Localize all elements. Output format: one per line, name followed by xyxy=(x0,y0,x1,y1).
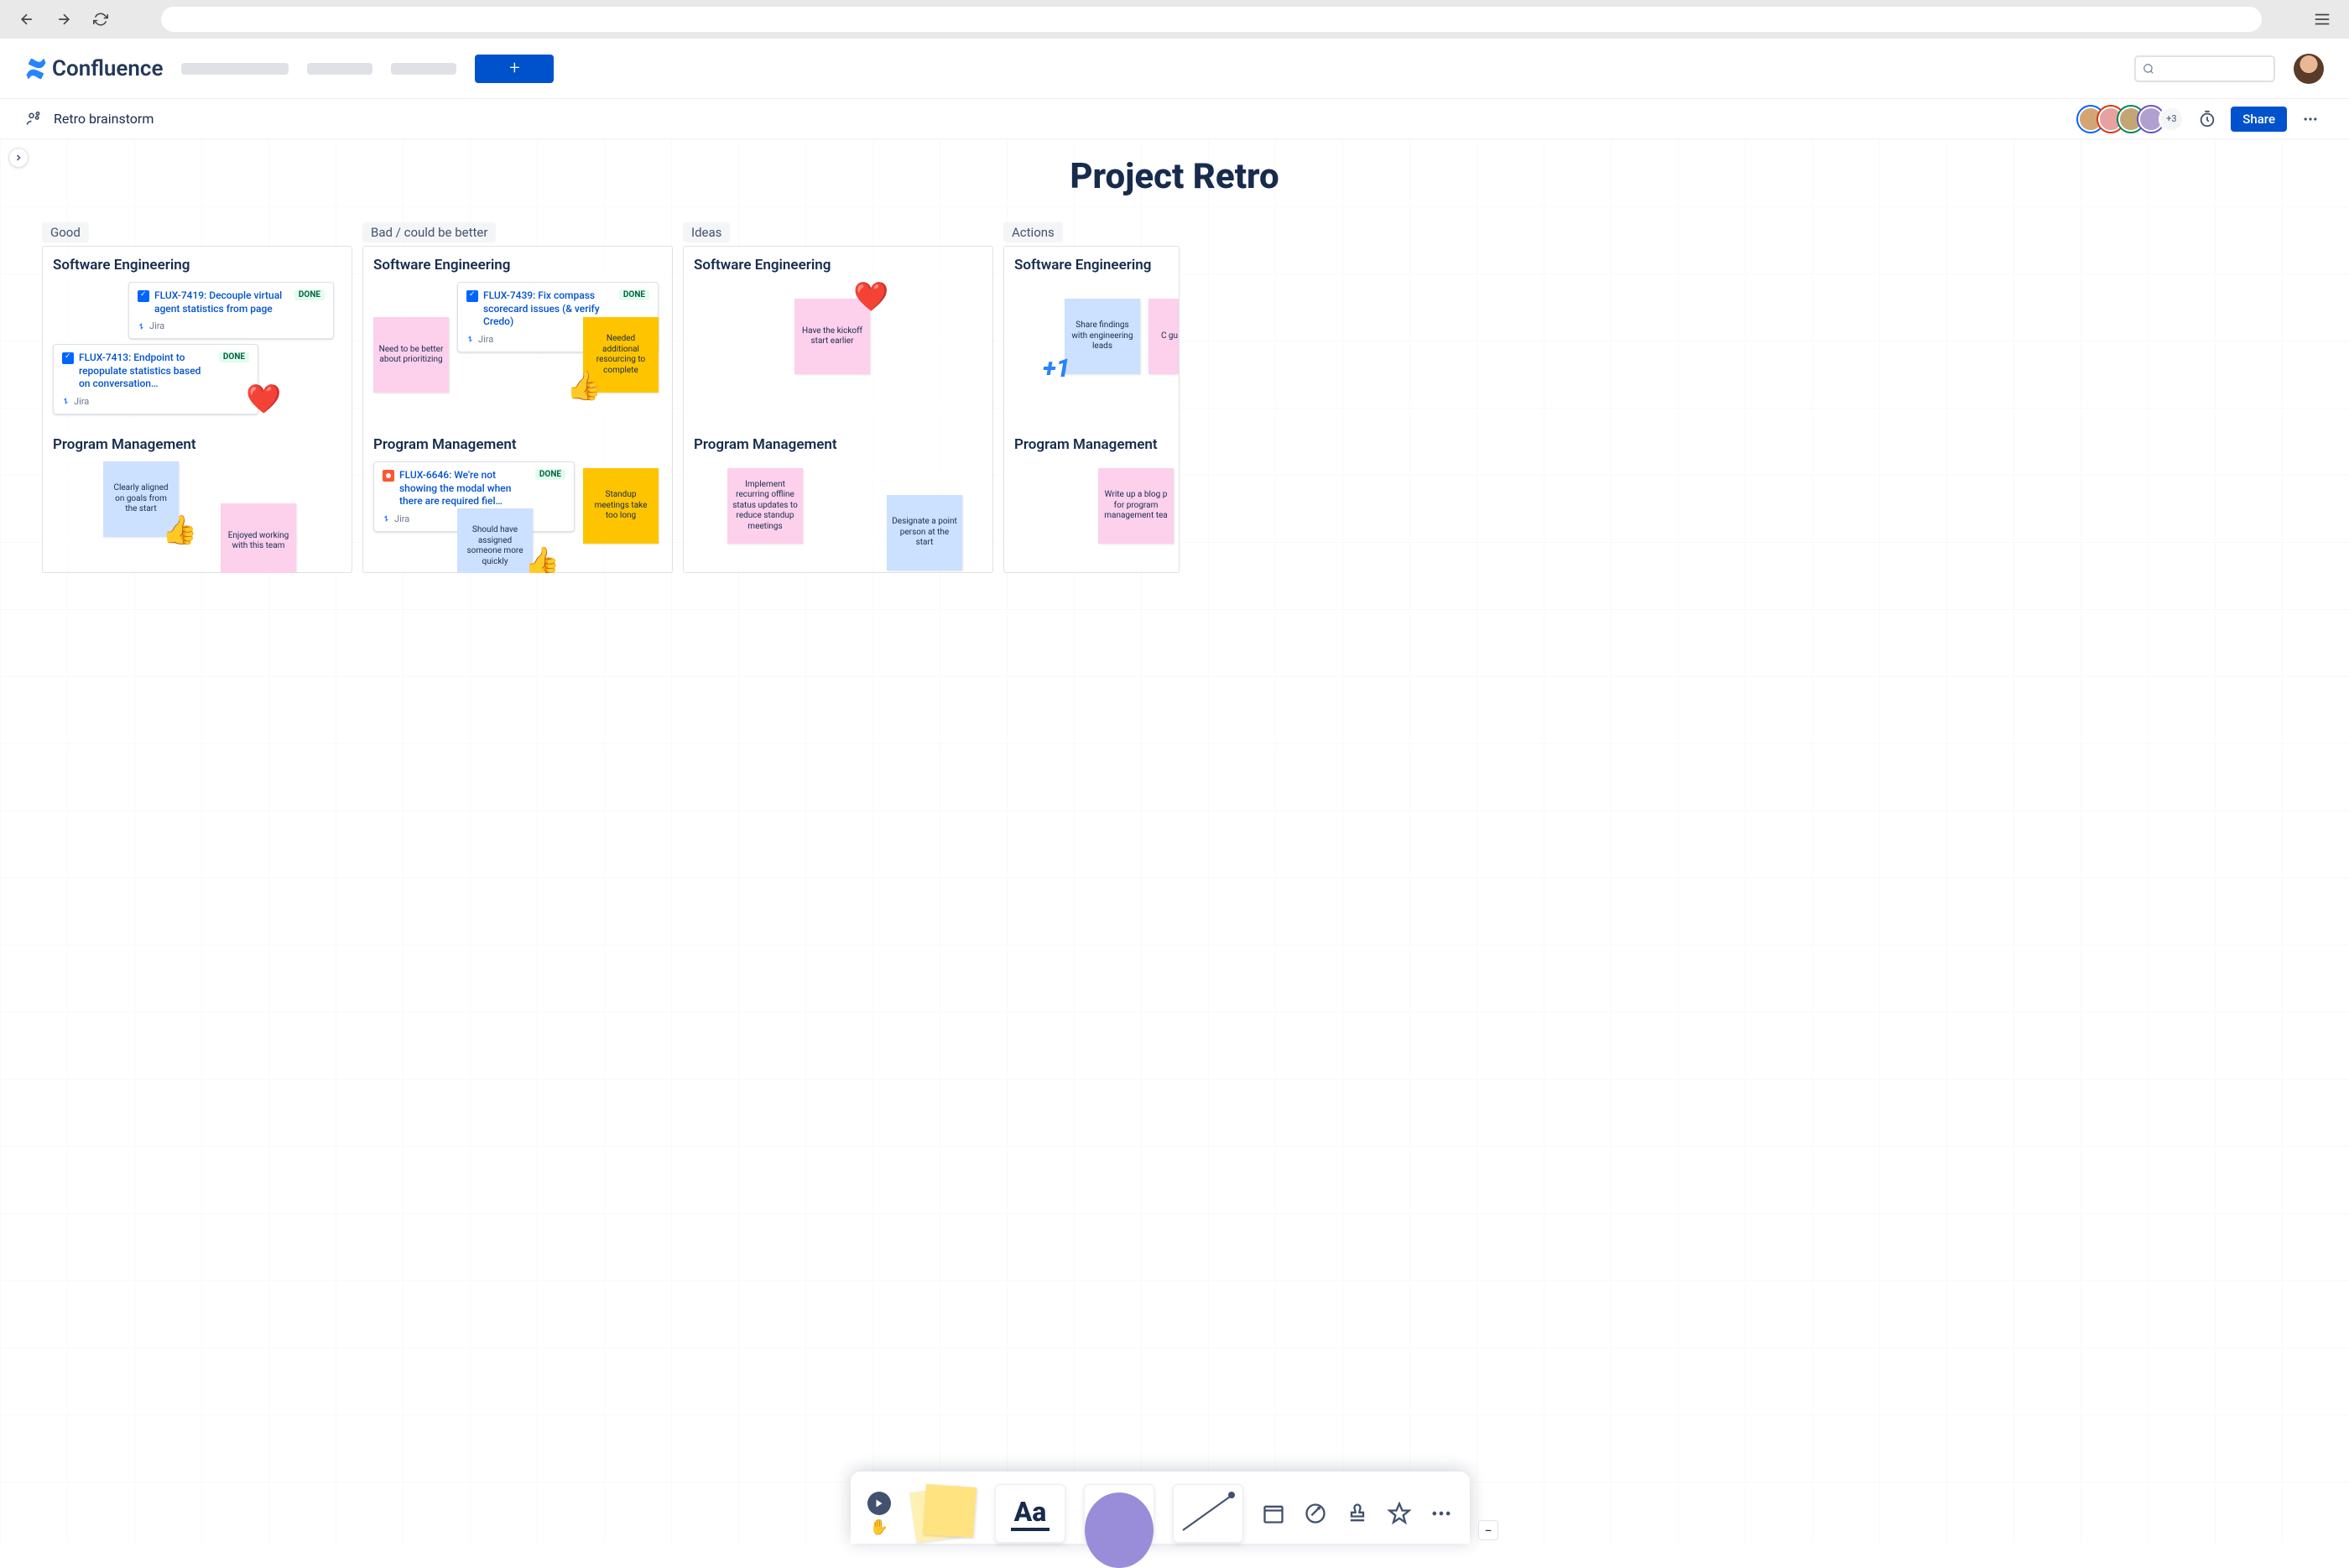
collaborator-avatars: +3 xyxy=(2083,107,2184,132)
text-tool[interactable]: Aa xyxy=(995,1484,1065,1543)
line-tool[interactable] xyxy=(1173,1484,1243,1543)
jira-title: FLUX-6646: We're not showing the modal w… xyxy=(399,469,530,508)
section-heading: Program Management xyxy=(53,436,341,453)
overflow-menu[interactable] xyxy=(1430,1502,1453,1525)
whiteboard-icon xyxy=(25,111,42,128)
heart-stamp[interactable]: ❤️ xyxy=(853,280,888,314)
jira-card[interactable]: FLUX-7419: Decouple virtual agent statis… xyxy=(128,282,334,339)
status-badge: DONE xyxy=(219,352,249,362)
whiteboard-canvas[interactable]: Project Retro Good Software Engineering … xyxy=(0,139,2349,1544)
search-input[interactable] xyxy=(2134,55,2275,82)
section-heading: Program Management xyxy=(373,436,662,453)
plus-one-stamp[interactable]: +1 xyxy=(1043,354,1070,383)
sticky-note[interactable]: Write up a blog p for program management… xyxy=(1098,468,1174,544)
shape-tool[interactable] xyxy=(1084,1484,1154,1543)
heart-stamp[interactable]: ❤️ xyxy=(246,383,281,416)
section-heading: Program Management xyxy=(694,436,982,453)
link-tool[interactable] xyxy=(1304,1502,1327,1525)
page-header: Retro brainstorm +3 Share xyxy=(0,99,2349,139)
collapse-toolbar[interactable]: − xyxy=(1478,1520,1498,1540)
sticky-note[interactable]: Share findings with engineering leads xyxy=(1065,299,1140,374)
stamp-tool[interactable] xyxy=(1346,1502,1369,1525)
jira-icon xyxy=(466,335,475,343)
jira-title: FLUX-7419: Decouple virtual agent statis… xyxy=(154,289,289,315)
more-tools-icon[interactable] xyxy=(1388,1502,1411,1525)
status-badge: DONE xyxy=(535,469,565,480)
column-ideas[interactable]: Software Engineering Have the kickoff st… xyxy=(683,246,993,573)
forward-button[interactable] xyxy=(54,9,74,29)
thumbs-up-stamp[interactable]: 👍 xyxy=(162,513,197,547)
column-label-actions[interactable]: Actions xyxy=(1003,222,1063,242)
pointer-tool[interactable] xyxy=(867,1492,891,1515)
section-heading: Software Engineering xyxy=(373,257,662,273)
timer-button[interactable] xyxy=(2194,106,2221,133)
task-icon xyxy=(138,290,149,302)
page-title[interactable]: Retro brainstorm xyxy=(54,111,154,127)
sticky-note[interactable]: Implement recurring offline status updat… xyxy=(727,468,803,544)
jira-icon xyxy=(383,514,391,523)
section-heading: Software Engineering xyxy=(1014,257,1169,273)
thumbs-up-stamp[interactable]: 👍 xyxy=(566,369,602,403)
hand-tool[interactable]: ✋ xyxy=(870,1519,888,1536)
whiteboard-toolbar: ✋ Aa − xyxy=(851,1472,1498,1544)
task-icon xyxy=(62,352,74,364)
nav-item-placeholder[interactable] xyxy=(391,63,456,75)
url-bar[interactable] xyxy=(161,7,2262,32)
jira-icon xyxy=(62,397,70,405)
refresh-button[interactable] xyxy=(91,9,111,29)
user-avatar[interactable] xyxy=(2294,54,2324,84)
expand-sidebar-button[interactable] xyxy=(8,148,29,168)
jira-title: FLUX-7413: Endpoint to repopulate statis… xyxy=(79,352,214,391)
more-actions-button[interactable] xyxy=(2297,106,2324,133)
brand-name: Confluence xyxy=(52,56,163,81)
sticky-note[interactable]: Need to be better about prioritizing xyxy=(373,317,449,393)
confluence-logo[interactable]: Confluence xyxy=(25,56,163,81)
back-button[interactable] xyxy=(17,9,37,29)
board-title[interactable]: Project Retro xyxy=(0,156,2349,197)
column-good[interactable]: Software Engineering FLUX-7419: Decouple… xyxy=(42,246,352,573)
column-label-ideas[interactable]: Ideas xyxy=(683,222,730,242)
sticky-note-tool[interactable] xyxy=(909,1484,977,1543)
task-icon xyxy=(466,290,478,302)
share-button[interactable]: Share xyxy=(2231,107,2287,132)
nav-item-placeholder[interactable] xyxy=(181,63,289,75)
status-badge: DONE xyxy=(619,289,649,300)
nav-item-placeholder[interactable] xyxy=(307,63,372,75)
sticky-note[interactable]: Should have assigned someone more quickl… xyxy=(457,508,533,573)
sticky-note[interactable]: Standup meetings take too long xyxy=(583,468,659,544)
column-label-good[interactable]: Good xyxy=(42,222,89,242)
section-heading: Program Management xyxy=(1014,436,1169,453)
status-badge: DONE xyxy=(294,289,325,300)
column-actions[interactable]: Software Engineering Share findings with… xyxy=(1003,246,1180,573)
thumbs-up-stamp[interactable]: 👍 xyxy=(524,545,560,573)
jira-card[interactable]: FLUX-7413: Endpoint to repopulate statis… xyxy=(53,344,258,414)
sticky-note[interactable]: Enjoyed working with this team xyxy=(221,503,296,573)
column-bad[interactable]: Software Engineering FLUX-7439: Fix comp… xyxy=(362,246,673,573)
confluence-icon xyxy=(25,58,47,80)
section-heading: Software Engineering xyxy=(53,257,341,273)
browser-chrome xyxy=(0,0,2349,39)
jira-icon xyxy=(138,322,146,331)
section-heading: Software Engineering xyxy=(694,257,982,273)
sticky-note[interactable]: C gu xyxy=(1148,299,1180,374)
more-collaborators[interactable]: +3 xyxy=(2159,107,2184,132)
column-label-bad[interactable]: Bad / could be better xyxy=(362,222,496,242)
bug-icon xyxy=(383,470,394,482)
app-nav: Confluence + xyxy=(0,39,2349,99)
create-button[interactable]: + xyxy=(475,55,554,83)
menu-button[interactable] xyxy=(2312,9,2332,29)
sticky-note[interactable]: Designate a point person at the start xyxy=(887,495,962,570)
section-tool[interactable] xyxy=(1262,1502,1285,1525)
search-icon xyxy=(2143,63,2154,75)
